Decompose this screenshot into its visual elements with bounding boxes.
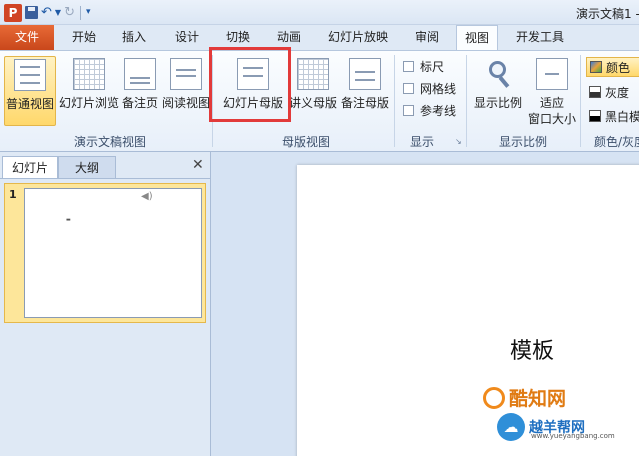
redo-icon[interactable]: ↻: [64, 3, 75, 22]
checkbox-box[interactable]: [403, 105, 414, 116]
gridlines-checkbox[interactable]: 网格线: [403, 80, 456, 97]
normal-view-label: 普通视图: [5, 97, 54, 111]
slide-canvas[interactable]: 模板: [297, 165, 639, 456]
fit-to-window-button[interactable]: 适应 窗口大小: [526, 56, 578, 126]
watermark-logo-icon: ☁: [497, 413, 525, 441]
group-separator: [394, 55, 395, 147]
tab-slideshow[interactable]: 幻灯片放映: [328, 25, 388, 50]
watermark-logo-icon: [483, 386, 505, 409]
reading-view-icon: [170, 58, 202, 90]
grayscale-label: 灰度: [605, 85, 630, 100]
quick-access-toolbar: P ↶ ▼ ↻ ▾: [4, 3, 91, 22]
group-label-presentation-views: 演示文稿视图: [74, 135, 147, 149]
slide-sorter-icon: [73, 58, 105, 90]
tab-view[interactable]: 视图: [456, 25, 499, 51]
fit-label-line1: 适应: [539, 96, 564, 110]
zoom-label: 显示比例: [473, 96, 522, 110]
magnifier-icon: [482, 58, 514, 90]
group-label-color: 颜色/灰度: [594, 135, 639, 149]
group-label-show: 显示: [410, 135, 435, 149]
tab-design[interactable]: 设计: [175, 25, 199, 50]
powerpoint-window: P ↶ ▼ ↻ ▾ 演示文稿1 - 文件 开始 插入 设计 切换 动画 幻灯片放…: [0, 0, 639, 456]
reading-view-label: 阅读视图: [161, 96, 210, 110]
fit-label-line2: 窗口大小: [527, 112, 576, 126]
guides-checkbox[interactable]: 参考线: [403, 102, 456, 119]
ribbon-view: 普通视图 幻灯片浏览 备注页 阅读视图 演示文稿视图 幻灯片母版 讲义母版 备注…: [0, 50, 639, 152]
panel-divider: [0, 178, 211, 179]
color-button[interactable]: 颜色: [586, 57, 639, 77]
gridlines-label: 网格线: [420, 82, 457, 96]
guides-label: 参考线: [420, 104, 457, 118]
color-swatch-icon: [590, 61, 602, 73]
tab-review[interactable]: 审阅: [415, 25, 439, 50]
tab-file[interactable]: 文件: [0, 25, 54, 50]
black-white-swatch-icon: [589, 110, 601, 122]
document-title: 演示文稿1 -: [576, 7, 639, 21]
slide-number: 1: [9, 188, 17, 201]
ruler-label: 标尺: [420, 60, 445, 74]
slide-title-text[interactable]: 模板: [510, 333, 554, 365]
zoom-button[interactable]: 显示比例: [472, 56, 524, 126]
watermark-text: 酷知网: [509, 388, 567, 410]
slide-editing-area: 模板: [212, 152, 639, 456]
undo-icon[interactable]: ↶: [41, 3, 52, 22]
group-separator: [580, 55, 581, 147]
tab-slides[interactable]: 幻灯片: [2, 156, 58, 178]
title-bar: P ↶ ▼ ↻ ▾ 演示文稿1 -: [0, 0, 639, 25]
slides-panel: 幻灯片 大纲 ✕ 1 ◀) ▬: [0, 152, 211, 456]
fit-window-icon: [536, 58, 568, 90]
checkbox-box[interactable]: [403, 83, 414, 94]
grayscale-swatch-icon: [589, 86, 601, 98]
notes-page-icon: [124, 58, 156, 90]
slide-thumbnail-selected[interactable]: 1 ◀) ▬: [4, 183, 206, 323]
notes-page-button[interactable]: 备注页: [121, 56, 159, 126]
group-label-master-views: 母版视图: [282, 135, 331, 149]
notes-page-label: 备注页: [121, 96, 158, 110]
ribbon-tabs: 文件 开始 插入 设计 切换 动画 幻灯片放映 审阅 视图 开发工具: [0, 25, 639, 51]
normal-view-button[interactable]: 普通视图: [4, 56, 56, 126]
handout-master-button[interactable]: 讲义母版: [288, 56, 338, 126]
black-white-button[interactable]: 黑白模: [586, 106, 639, 126]
group-separator: [466, 55, 467, 147]
notes-master-button[interactable]: 备注母版: [340, 56, 390, 126]
grayscale-button[interactable]: 灰度: [586, 82, 639, 102]
watermark-url: www.yueyangbang.com: [531, 432, 615, 440]
black-white-label: 黑白模: [605, 109, 639, 124]
handout-master-label: 讲义母版: [288, 96, 337, 110]
slide-sorter-button[interactable]: 幻灯片浏览: [58, 56, 120, 126]
watermark-yueyangbang: ☁ 越羊帮网 www.yueyangbang.com: [497, 413, 615, 441]
slide-thumbnail[interactable]: ◀) ▬: [24, 188, 202, 318]
tab-insert[interactable]: 插入: [122, 25, 146, 50]
close-icon[interactable]: ✕: [192, 157, 204, 173]
reading-view-button[interactable]: 阅读视图: [161, 56, 211, 126]
handout-master-icon: [297, 58, 329, 90]
undo-dropdown-icon[interactable]: ▼: [55, 3, 61, 22]
color-label: 颜色: [606, 60, 631, 75]
notes-master-icon: [349, 58, 381, 90]
audio-icon: ◀): [141, 191, 153, 202]
thumbnail-text: ▬: [66, 217, 71, 223]
checkbox-box[interactable]: [403, 61, 414, 72]
slide-sorter-label: 幻灯片浏览: [58, 96, 119, 110]
qat-separator: [79, 5, 81, 20]
watermark-kuzhi: 酷知网: [483, 384, 566, 411]
tab-home[interactable]: 开始: [72, 25, 96, 50]
notes-master-label: 备注母版: [340, 96, 389, 110]
dialog-launcher-icon[interactable]: ↘: [455, 137, 462, 146]
save-icon[interactable]: [25, 6, 38, 19]
normal-view-icon: [14, 59, 46, 91]
group-label-zoom: 显示比例: [499, 135, 548, 149]
highlight-box-slide-master: [209, 47, 291, 122]
tab-outline[interactable]: 大纲: [58, 156, 116, 178]
tab-developer[interactable]: 开发工具: [516, 25, 564, 50]
customize-qat-icon[interactable]: ▾: [86, 3, 91, 22]
powerpoint-logo-icon[interactable]: P: [4, 3, 22, 22]
ruler-checkbox[interactable]: 标尺: [403, 58, 444, 75]
